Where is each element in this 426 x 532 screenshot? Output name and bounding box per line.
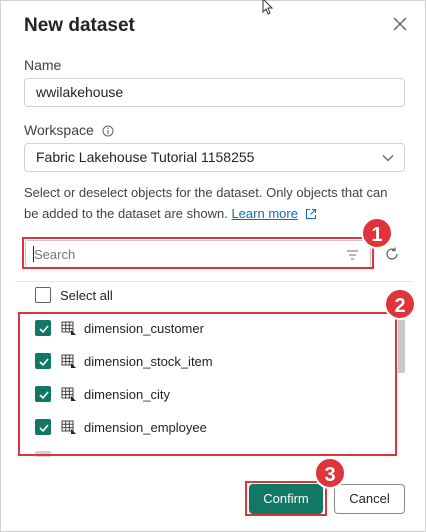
selection-description: Select or deselect objects for the datas…	[24, 182, 394, 224]
info-icon[interactable]	[102, 125, 114, 137]
list-divider	[15, 281, 413, 282]
new-dataset-dialog: New dataset Name wwilakehouse Workspace …	[0, 0, 426, 532]
callout-box-confirm	[245, 481, 327, 516]
callout-box-search	[22, 237, 374, 269]
learn-more-link[interactable]: Learn more	[231, 206, 297, 221]
cancel-button[interactable]: Cancel	[334, 484, 405, 514]
select-all-checkbox[interactable]: Select all	[35, 285, 113, 305]
chevron-down-icon	[382, 155, 394, 162]
workspace-label: Workspace	[24, 122, 94, 138]
name-label: Name	[24, 57, 62, 73]
callout-box-tables	[18, 312, 397, 456]
list-scrollbar[interactable]	[398, 317, 405, 373]
mouse-cursor-icon	[262, 0, 274, 15]
callout-badge-3: 3	[314, 457, 346, 489]
description-text: Select or deselect objects for the datas…	[24, 185, 388, 221]
workspace-dropdown[interactable]: Fabric Lakehouse Tutorial 1158255	[24, 143, 405, 172]
workspace-label-row: Workspace	[24, 122, 114, 138]
dialog-title: New dataset	[24, 15, 135, 36]
select-all-label: Select all	[60, 287, 113, 303]
name-input[interactable]: wwilakehouse	[24, 78, 405, 107]
callout-badge-1: 1	[361, 217, 393, 249]
callout-badge-2: 2	[384, 288, 416, 320]
close-icon[interactable]	[389, 13, 411, 35]
workspace-value: Fabric Lakehouse Tutorial 1158255	[36, 149, 255, 165]
external-link-icon[interactable]	[305, 208, 317, 220]
checkbox[interactable]	[35, 287, 51, 303]
refresh-icon[interactable]	[384, 246, 400, 262]
